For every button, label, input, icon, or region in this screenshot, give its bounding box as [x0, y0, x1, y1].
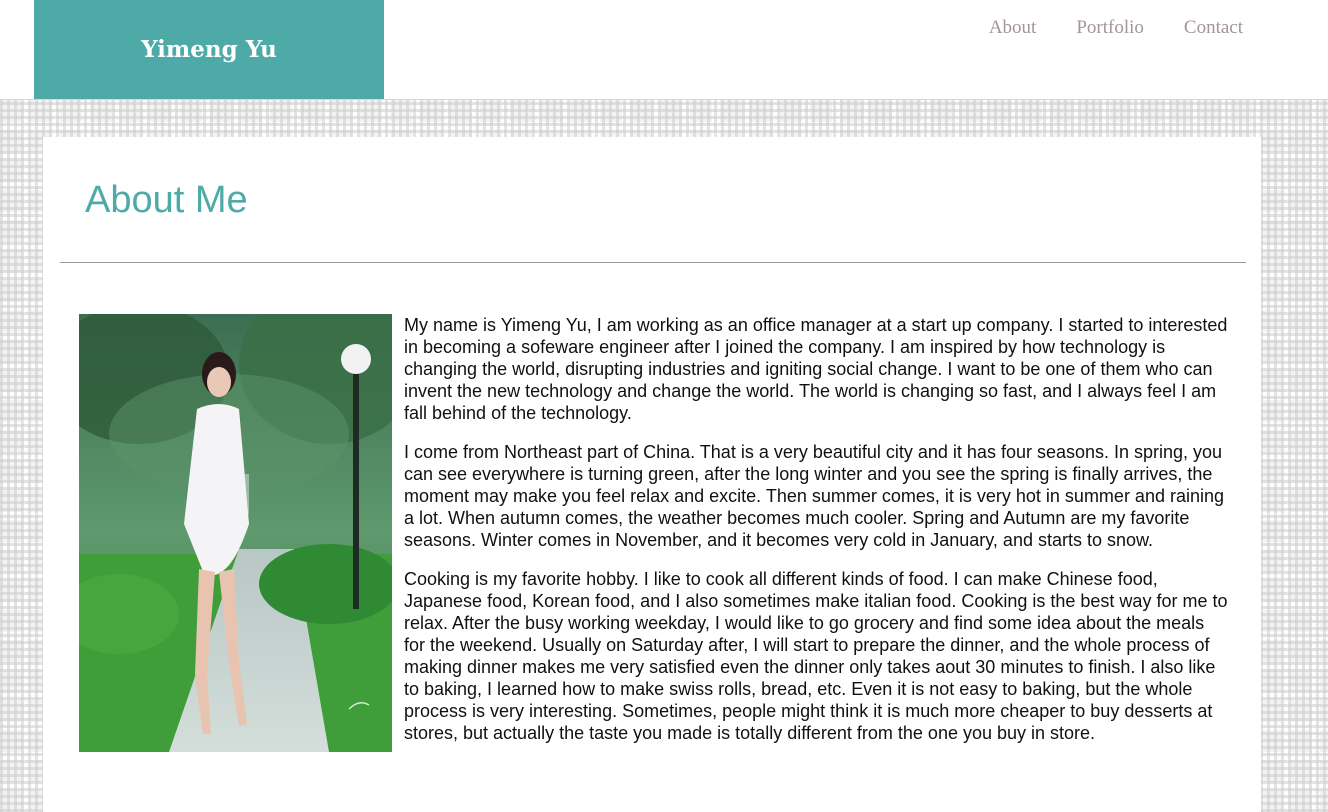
brand-name[interactable]: Yimeng Yu — [141, 36, 277, 63]
about-card: About Me My name is Yimeng Yu, I am work… — [43, 137, 1261, 812]
brand-block[interactable]: Yimeng Yu — [34, 0, 384, 99]
nav-link-contact[interactable]: Contact — [1184, 17, 1243, 39]
site-header: Yimeng Yu About Portfolio Contact — [0, 0, 1328, 100]
main-nav: About Portfolio Contact — [989, 17, 1243, 39]
page-title: About Me — [85, 179, 248, 221]
title-divider — [60, 262, 1246, 263]
about-content: My name is Yimeng Yu, I am working as an… — [79, 314, 1229, 761]
nav-link-about[interactable]: About — [989, 17, 1037, 39]
nav-link-portfolio[interactable]: Portfolio — [1076, 17, 1144, 39]
profile-photo — [79, 314, 392, 752]
